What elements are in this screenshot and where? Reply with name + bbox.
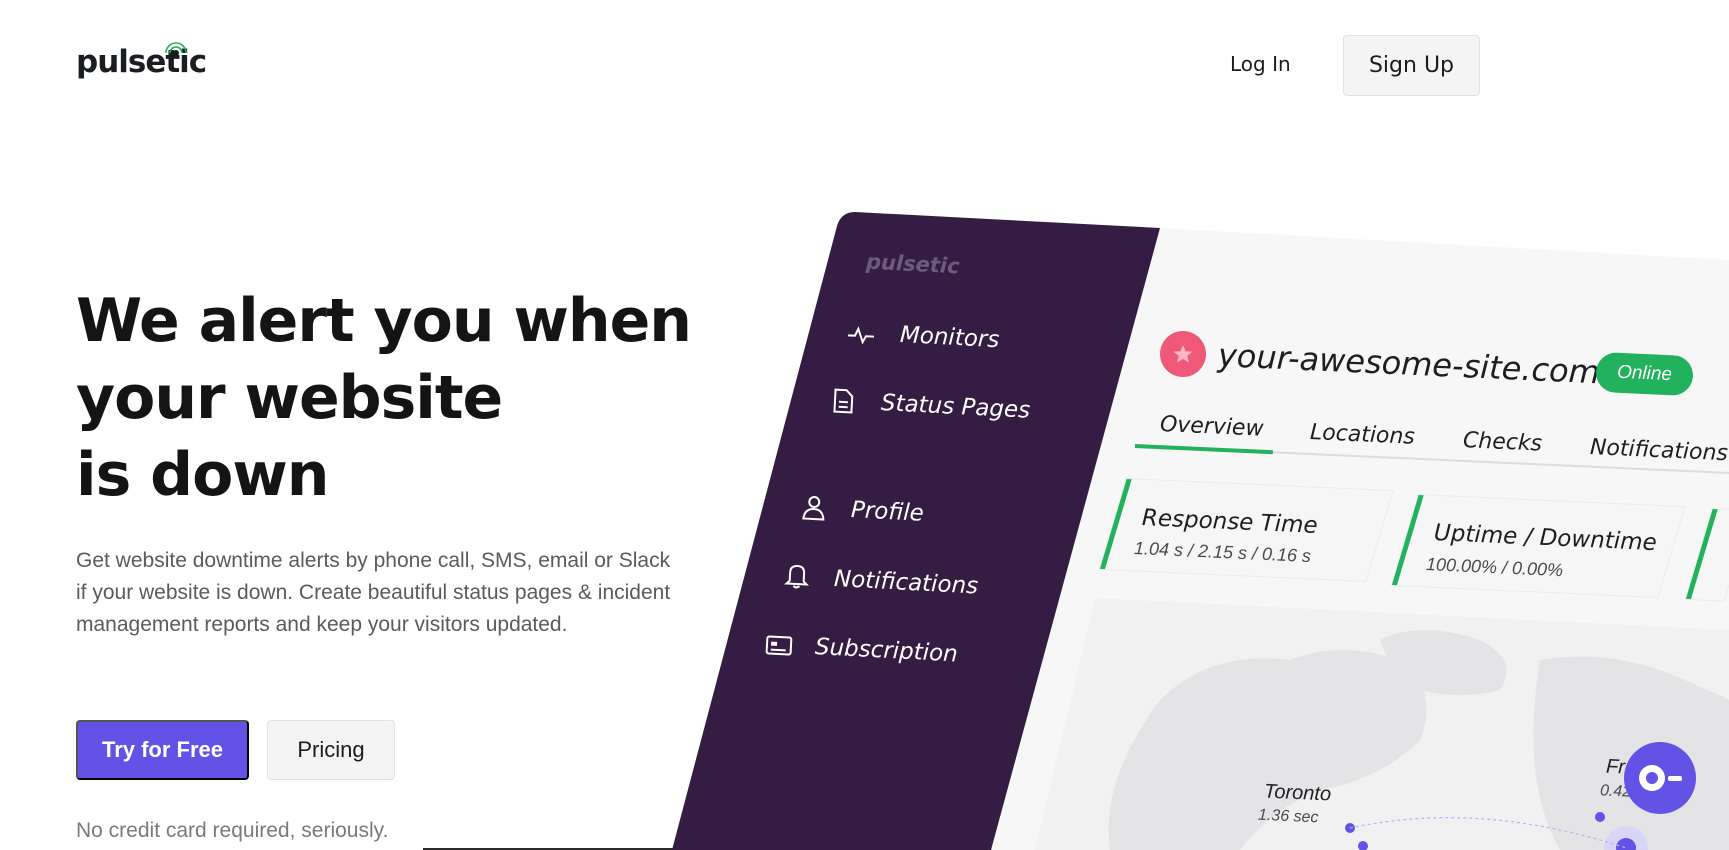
city-response: 1.36 sec bbox=[1257, 806, 1319, 827]
user-icon bbox=[802, 496, 825, 521]
document-icon bbox=[833, 388, 854, 414]
card-icon bbox=[765, 635, 793, 656]
tab-locations[interactable]: Locations bbox=[1309, 420, 1415, 450]
star-icon bbox=[1173, 345, 1193, 363]
tab-checks[interactable]: Checks bbox=[1462, 428, 1542, 457]
sidebar-item-monitors[interactable]: Monitors bbox=[899, 322, 1000, 353]
dashboard-preview: pulsetic Monitors Status Pages Profile N… bbox=[0, 0, 1729, 850]
chat-bot-icon bbox=[1639, 765, 1682, 791]
site-favicon bbox=[1160, 331, 1206, 377]
bell-icon bbox=[784, 565, 809, 589]
status-badge: Online bbox=[1595, 351, 1694, 397]
pulse-icon bbox=[847, 326, 874, 345]
map-dot bbox=[1595, 812, 1605, 822]
chat-widget-button[interactable] bbox=[1624, 742, 1696, 814]
sidebar-item-profile[interactable]: Profile bbox=[850, 497, 924, 527]
tab-overview[interactable]: Overview bbox=[1159, 412, 1264, 442]
city-label: Fr bbox=[1605, 755, 1626, 779]
dashboard-frame bbox=[672, 212, 1729, 850]
city-label: Toronto bbox=[1263, 780, 1332, 806]
sidebar-logo: pulsetic bbox=[865, 249, 961, 279]
